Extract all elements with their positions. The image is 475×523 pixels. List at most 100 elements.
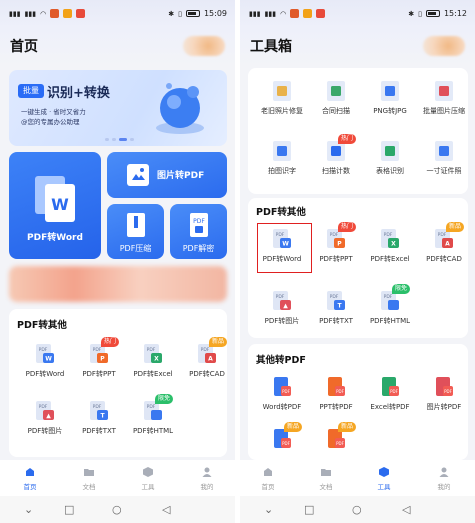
- excel-icon: PDF X: [381, 229, 399, 248]
- app-notify-icon-2: [303, 9, 313, 18]
- svg-text:PDF: PDF: [390, 389, 398, 394]
- grid-item-contract-scan[interactable]: 合同扫描: [308, 80, 364, 120]
- grid-item-png-jpg[interactable]: PNG转JPG: [362, 80, 418, 120]
- pdf-to-other-card: PDF转其他 PDF W PDF转Word PDF P PDF转PPT 热门 PDF X PDF转…: [9, 309, 228, 457]
- square-recent-icon[interactable]: □: [64, 503, 74, 516]
- system-nav-bar: ⌄ □ ○ ◁: [0, 496, 235, 523]
- app-notify-icon-2: [63, 9, 73, 18]
- nav-profile[interactable]: 我的: [187, 466, 227, 491]
- status-left: ▮▮▮ ▮▮▮ ◠: [249, 9, 326, 18]
- svg-text:X: X: [391, 241, 396, 248]
- grid-item-txt[interactable]: PDF T PDF转TXT: [308, 290, 364, 330]
- circle-home-icon[interactable]: ○: [112, 503, 122, 516]
- wifi-icon: ◠: [40, 9, 47, 18]
- grid-item-label: 一寸证件照: [426, 167, 462, 175]
- svg-text:PDF: PDF: [384, 232, 393, 238]
- grid-item-html[interactable]: PDF PDF转HTML 限免: [362, 284, 418, 330]
- avatar[interactable]: [423, 36, 465, 56]
- blurred-ad-banner[interactable]: [9, 266, 227, 302]
- nav-home[interactable]: 首页: [10, 466, 50, 491]
- grid-item-image[interactable]: PDF ▲ PDF转图片: [254, 290, 310, 330]
- contract-scan-icon: [327, 81, 345, 101]
- grid-item-ppt-to-pdf[interactable]: PDF PPT转PDF: [308, 376, 364, 416]
- app-notify-icon: [290, 9, 300, 18]
- grid-item-excel[interactable]: PDF X PDF转Excel: [125, 343, 181, 383]
- grid-item-label: 图片转PDF: [426, 403, 462, 411]
- vibrate-icon: ▯: [178, 9, 182, 18]
- image-to-pdf-tile[interactable]: 图片转PDF: [107, 152, 227, 198]
- grid-item-cad[interactable]: PDF A PDF转CAD 新品: [416, 222, 472, 268]
- square-recent-icon[interactable]: □: [304, 503, 314, 516]
- folder-icon: [321, 469, 331, 476]
- chevron-down-icon[interactable]: ⌄: [264, 503, 273, 516]
- banner-subtitle-2: @您的专属办公助理: [21, 118, 80, 126]
- pdf-image-icon: [127, 164, 149, 186]
- nav-home[interactable]: 首页: [248, 466, 288, 491]
- grid-item-excel[interactable]: PDF X PDF转Excel: [362, 228, 418, 268]
- status-bar: ▮▮▮ ▮▮▮ ◠ ✱ ▯ 15:12: [240, 0, 475, 28]
- item-badge: 热门: [338, 222, 357, 232]
- grid-item-ppt[interactable]: PDF P PDF转PPT 热门: [308, 222, 364, 268]
- grid-item-excel-to-pdf[interactable]: PDF Excel转PDF: [362, 376, 418, 416]
- photo-restore-icon: [273, 81, 291, 101]
- png-jpg-icon: [381, 81, 399, 101]
- card-title: PDF转其他: [17, 320, 67, 331]
- banner-subtitle: 一键生成 · 省时又省力: [21, 108, 86, 116]
- banner-title: 识别+转换: [47, 86, 110, 101]
- item-badge: 新品: [446, 222, 465, 232]
- pager-dot: [105, 138, 109, 141]
- grid-item-cad[interactable]: PDF A PDF转CAD 新品: [179, 337, 235, 383]
- item-badge: 新品: [338, 422, 357, 432]
- svg-text:PDF: PDF: [384, 294, 393, 300]
- item-badge: 新品: [209, 337, 228, 347]
- nav-label: 工具: [141, 483, 155, 491]
- svg-text:P: P: [100, 356, 105, 363]
- grid-item-ppt[interactable]: PDF P PDF转PPT 热门: [71, 337, 127, 383]
- item-badge: 限免: [392, 284, 411, 294]
- svg-text:▲: ▲: [46, 413, 51, 420]
- battery-icon: [425, 10, 440, 17]
- ppt-to-pdf-icon: PDF: [328, 377, 345, 396]
- item-badge: 新品: [284, 422, 303, 432]
- pdf-decrypt-tile[interactable]: PDF PDF解密: [170, 204, 227, 259]
- pdf-to-word-tile[interactable]: W PDF转Word: [9, 152, 101, 259]
- grid-item-text-recognize[interactable]: 拍图识字: [254, 140, 310, 180]
- nav-documents[interactable]: 文档: [69, 466, 109, 491]
- wifi-icon: ◠: [280, 9, 287, 18]
- svg-text:A: A: [208, 356, 213, 363]
- grid-item-html[interactable]: PDF PDF转HTML 限免: [125, 394, 181, 440]
- grid-item-word[interactable]: PDF W PDF转Word: [17, 343, 73, 383]
- triangle-back-icon[interactable]: ◁: [402, 503, 410, 516]
- grid-item-image-compress[interactable]: 批量图片压缩: [416, 80, 472, 120]
- circle-home-icon[interactable]: ○: [352, 503, 362, 516]
- promo-banner[interactable]: 批量 识别+转换 一键生成 · 省时又省力 @您的专属办公助理: [9, 70, 227, 146]
- svg-text:PDF: PDF: [336, 441, 344, 446]
- nav-tools[interactable]: 工具: [128, 466, 168, 491]
- svg-text:PDF: PDF: [147, 404, 156, 410]
- chevron-down-icon[interactable]: ⌄: [24, 503, 33, 516]
- grid-item-id-photo[interactable]: 一寸证件照: [416, 140, 472, 180]
- nav-documents[interactable]: 文档: [306, 466, 346, 491]
- pdf-compress-tile[interactable]: PDF压缩: [107, 204, 164, 259]
- nav-profile[interactable]: 我的: [424, 466, 464, 491]
- word-to-pdf-icon: PDF: [274, 377, 291, 396]
- grid-item-image-to-pdf[interactable]: PDF 图片转PDF: [416, 376, 472, 416]
- excel-icon: PDF X: [144, 344, 162, 363]
- grid-item-txt[interactable]: PDF T PDF转TXT: [71, 400, 127, 440]
- svg-text:PDF: PDF: [147, 347, 156, 353]
- signal-icon: ▮▮▮: [9, 9, 21, 18]
- triangle-back-icon[interactable]: ◁: [162, 503, 170, 516]
- grid-item-word[interactable]: PDF W PDF转Word: [254, 223, 312, 273]
- nav-tools[interactable]: 工具: [364, 466, 404, 491]
- grid-item-table-recognize[interactable]: 表格识别: [362, 140, 418, 180]
- home-icon: [264, 468, 272, 476]
- grid-item-photo-restore[interactable]: 老旧照片修复: [254, 80, 310, 120]
- tile-label: PDF解密: [182, 244, 215, 253]
- table-recognize-icon: [381, 141, 399, 161]
- avatar[interactable]: [183, 36, 225, 56]
- grid-item-word-to-pdf[interactable]: PDF Word转PDF: [254, 376, 310, 416]
- grid-item-image[interactable]: PDF ▲ PDF转图片: [17, 400, 73, 440]
- status-time: 15:12: [443, 9, 467, 18]
- grid-item-scan-count[interactable]: 扫描计数 热门: [308, 134, 364, 180]
- txt-icon: PDFT: [90, 401, 108, 420]
